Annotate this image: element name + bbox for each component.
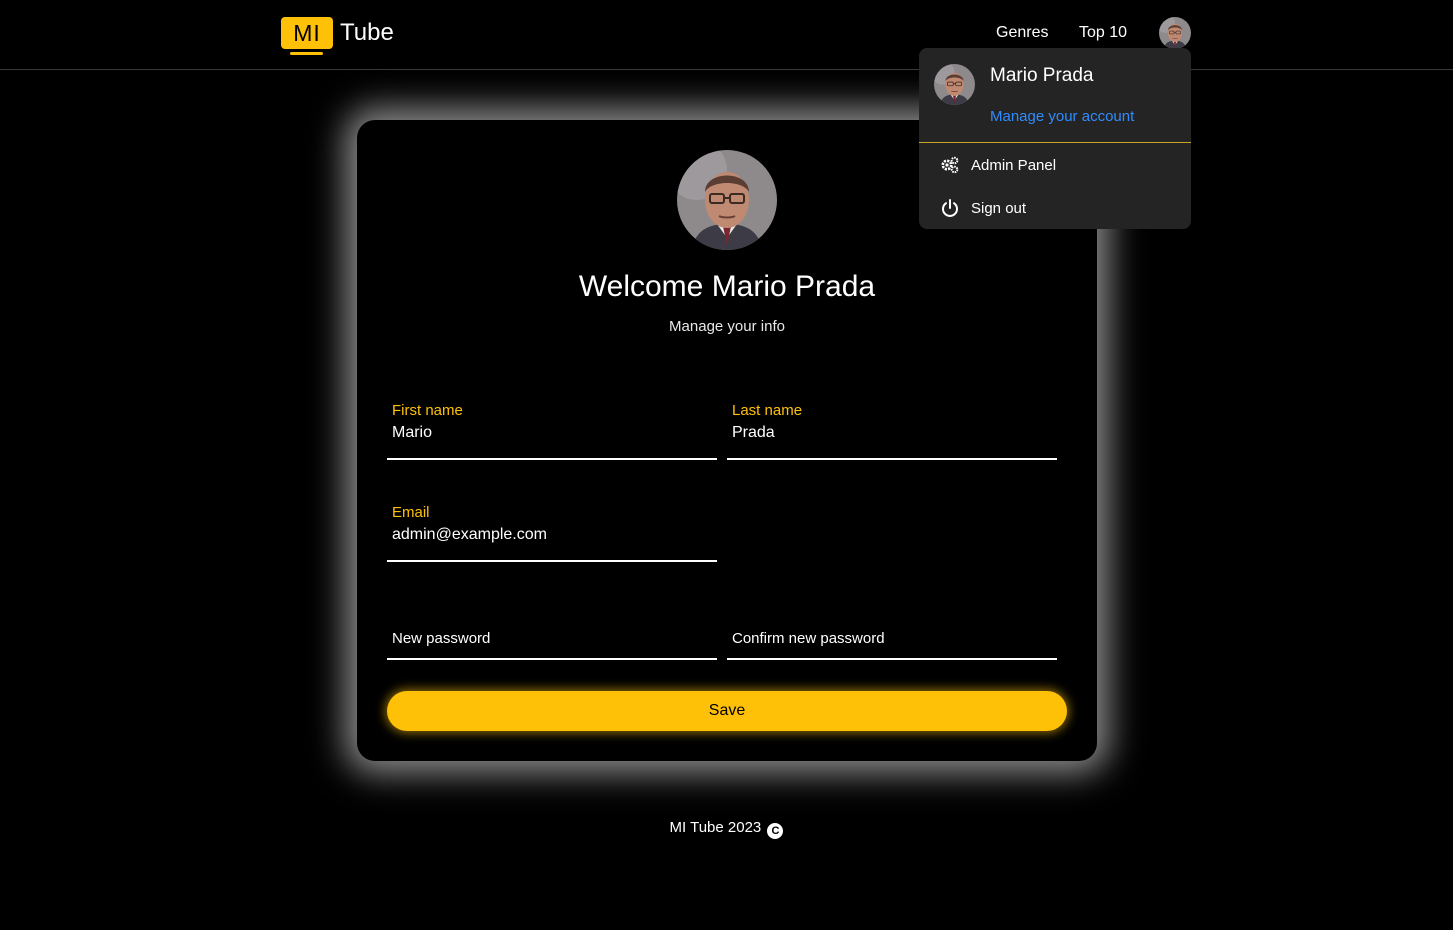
logo[interactable]: MI Tube [281,17,394,55]
dropdown-divider [919,142,1191,143]
first-name-field: First name [387,402,717,460]
first-name-input[interactable] [392,424,712,442]
first-name-label: First name [392,402,463,419]
account-dropdown-menu: Mario Prada Manage your account Admin Pa… [919,48,1191,229]
gears-icon [940,155,960,175]
logo-text: Tube [340,19,394,46]
profile-avatar [677,150,777,250]
footer: MI Tube 2023 C [0,819,1453,839]
top-navbar: MI Tube Genres Top 10 [0,0,1453,70]
power-icon [940,198,960,218]
confirm-password-input[interactable] [732,630,1052,647]
avatar-photo [1159,17,1191,49]
logo-badge: MI [281,17,333,55]
nav-top10-link[interactable]: Top 10 [1079,24,1127,42]
welcome-heading: Welcome Mario Prada [578,270,876,303]
dropdown-user-name: Mario Prada [990,65,1094,86]
admin-panel-menu-item[interactable]: Admin Panel [919,145,1191,185]
last-name-field: Last name [727,402,1057,460]
save-button[interactable]: Save [387,691,1067,731]
footer-text: MI Tube 2023 [669,819,762,836]
manage-account-link[interactable]: Manage your account [990,108,1134,125]
manage-info-subtitle: Manage your info [669,318,785,335]
dropdown-avatar [934,64,975,105]
new-password-input[interactable] [392,630,712,647]
admin-panel-label: Admin Panel [971,156,1057,174]
user-avatar-button[interactable] [1159,17,1191,49]
nav-genres-link[interactable]: Genres [996,24,1048,42]
email-field: Email [387,504,717,562]
avatar-photo [677,150,777,250]
last-name-input[interactable] [732,424,1052,442]
email-input[interactable] [392,526,712,544]
sign-out-label: Sign out [971,199,1027,217]
new-password-field [387,602,717,660]
confirm-password-field [727,602,1057,660]
copyright-icon: C [767,823,784,839]
last-name-label: Last name [732,402,803,419]
avatar-photo [934,64,975,105]
sign-out-menu-item[interactable]: Sign out [919,188,1191,228]
email-label: Email [392,504,430,521]
